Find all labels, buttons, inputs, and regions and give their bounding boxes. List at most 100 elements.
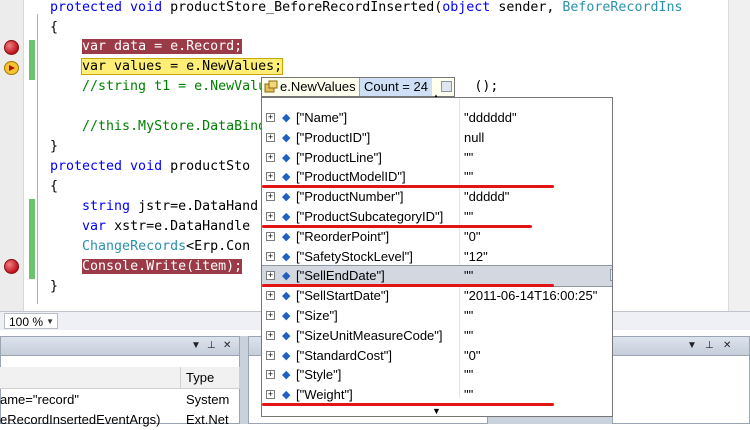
expand-icon[interactable]: + — [266, 192, 275, 202]
expand-icon[interactable]: + — [266, 152, 275, 162]
datatip-row[interactable]: + ◆ ["StandardCost"] "0" — [262, 346, 612, 366]
code-token: <Erp.Con — [186, 239, 251, 254]
row-name: ["Style"] — [296, 367, 342, 383]
code-token: } — [50, 139, 59, 154]
code-line[interactable]: } — [50, 277, 58, 297]
code-token: object — [442, 0, 491, 15]
datatip-row[interactable]: + ◆ ["SizeUnitMeasureCode"] "" — [262, 326, 612, 346]
expand-icon[interactable]: + — [266, 172, 275, 182]
row-value[interactable]: "" — [464, 207, 473, 227]
datatip-row[interactable]: + ◆ ["ProductID"] null — [262, 128, 612, 148]
breakpoint-icon[interactable] — [4, 259, 19, 274]
code-line[interactable]: var xstr=e.DataHandle — [50, 217, 250, 237]
expand-icon[interactable]: + — [266, 212, 275, 221]
scroll-down-arrow-icon[interactable]: ▼ — [432, 406, 441, 416]
datatip-row[interactable]: + ◆ ["ProductModelID"] "" — [262, 167, 612, 187]
vertical-scrollbar[interactable] — [728, 0, 750, 311]
code-token: { — [50, 20, 59, 35]
row-name: ["ProductModelID"] — [296, 169, 406, 185]
datatip-count: Count = 24 — [359, 78, 432, 96]
datatip-row[interactable]: + ◆ ["ProductSubcategoryID"] "" — [262, 207, 612, 227]
code-token: xstr=e.DataHandle — [106, 219, 251, 234]
row-value[interactable]: "12" — [464, 247, 488, 267]
type-column-header[interactable]: Type — [181, 367, 240, 389]
row-name: ["ProductNumber"] — [296, 189, 404, 205]
name-column-header[interactable] — [0, 367, 181, 389]
code-token: sender, — [490, 0, 563, 15]
expand-icon[interactable]: + — [266, 271, 275, 281]
row-name: ["ProductSubcategoryID"] — [296, 209, 444, 224]
code-token: jstr=e.DataHand — [130, 199, 259, 214]
code-line[interactable]: { — [50, 18, 58, 38]
datatip-row[interactable]: + ◆ ["SellEndDate"] "" — [262, 265, 612, 288]
datatip-row[interactable]: + ◆ ["Weight"] "" — [262, 385, 612, 405]
row-value[interactable]: "" — [464, 167, 473, 187]
pin-icon[interactable]: ⊥ — [705, 340, 714, 351]
datatip-header[interactable]: e.NewValues Count = 24 ▲ — [261, 77, 455, 101]
row-value[interactable]: "" — [464, 326, 473, 346]
row-value[interactable]: "" — [464, 148, 473, 168]
code-token: ChangeRecords — [82, 239, 187, 254]
breakpoint-icon[interactable] — [4, 40, 19, 55]
code-token: //this.MyStore.DataBind — [50, 119, 267, 134]
code-line[interactable]: } — [50, 137, 58, 157]
row-value[interactable]: "" — [464, 266, 473, 286]
close-icon[interactable]: ✕ — [223, 340, 231, 351]
code-token: } — [50, 279, 59, 294]
property-icon: ◆ — [282, 131, 291, 144]
expand-icon[interactable]: + — [266, 231, 275, 241]
expand-icon[interactable]: + — [266, 251, 275, 261]
property-icon: ◆ — [282, 290, 291, 303]
code-line[interactable]: protected void productStore_BeforeRecord… — [50, 0, 682, 18]
tool-window-right: ▼ ⊥ ✕ — [612, 336, 750, 424]
datatip-row[interactable]: + ◆ ["ProductNumber"] "ddddd" — [262, 187, 612, 207]
datatip-row[interactable]: + ◆ ["Name"] "dddddd" — [262, 108, 612, 128]
expand-icon[interactable]: + — [266, 370, 275, 380]
datatip-row[interactable]: + ◆ ["SellStartDate"] "2011-06-14T16:00:25" — [262, 286, 612, 306]
zoom-dropdown[interactable]: 100 % ▼ — [4, 313, 58, 329]
row-value[interactable]: "ddddd" — [464, 187, 509, 207]
datatip-row[interactable]: + ◆ ["Style"] "" — [262, 365, 612, 385]
expand-icon[interactable]: + — [266, 113, 275, 122]
code-line[interactable]: var values = e.NewValues; — [50, 57, 284, 77]
outline-guide — [37, 14, 38, 304]
close-icon[interactable]: ✕ — [723, 340, 731, 351]
expand-icon[interactable]: + — [266, 390, 275, 400]
code-token: BeforeRecordIns — [562, 0, 683, 15]
expand-icon[interactable]: + — [266, 350, 275, 360]
row-value[interactable]: "2011-06-14T16:00:25" — [464, 286, 597, 306]
code-line[interactable]: Console.Write(item); — [50, 257, 243, 277]
pin-icon[interactable] — [441, 81, 452, 92]
row-value[interactable]: "" — [464, 385, 473, 405]
datatip-row[interactable]: + ◆ ["Size"] "" — [262, 306, 612, 326]
row-name: ["Weight"] — [296, 387, 353, 403]
pin-icon[interactable] — [610, 269, 612, 282]
datatip-row[interactable]: + ◆ ["SafetyStockLevel"] "12" — [262, 247, 612, 267]
datatip-row[interactable]: + ◆ ["ReorderPoint"] "0" — [262, 227, 612, 247]
code-line[interactable]: //this.MyStore.DataBind — [50, 117, 266, 137]
tool-window-titlebar: ▼ ⊥ ✕ — [613, 337, 749, 356]
property-icon: ◆ — [282, 310, 291, 322]
expand-icon[interactable]: + — [266, 132, 275, 142]
datatip-row[interactable]: + ◆ ["ProductLine"] "" — [262, 148, 612, 168]
row-value[interactable]: "0" — [464, 346, 480, 366]
code-line[interactable]: string jstr=e.DataHand — [50, 197, 258, 217]
expand-icon[interactable]: + — [266, 291, 275, 301]
row-value[interactable]: "" — [464, 365, 473, 385]
dropdown-icon[interactable]: ▼ — [191, 340, 201, 351]
expand-icon[interactable]: + — [266, 311, 275, 320]
row-value[interactable]: null — [464, 128, 484, 148]
expand-icon[interactable]: + — [266, 330, 275, 340]
datatip-list[interactable]: + ◆ ["Name"] "dddddd" + ◆ ["ProductID"] null + ◆ [… — [261, 97, 613, 417]
code-token: //string t1 = e.NewValues — [50, 79, 283, 94]
row-name: ["ProductLine"] — [296, 149, 382, 165]
pin-icon[interactable]: ⊥ — [207, 340, 216, 351]
row-value[interactable]: "dddddd" — [464, 108, 517, 128]
row-value[interactable]: "" — [464, 306, 473, 326]
row-value[interactable]: "0" — [464, 227, 480, 247]
row-name: ["Size"] — [296, 308, 338, 323]
code-line[interactable]: { — [50, 177, 58, 197]
dropdown-icon[interactable]: ▼ — [687, 340, 697, 351]
code-line[interactable]: var data = e.Record; — [50, 37, 243, 57]
